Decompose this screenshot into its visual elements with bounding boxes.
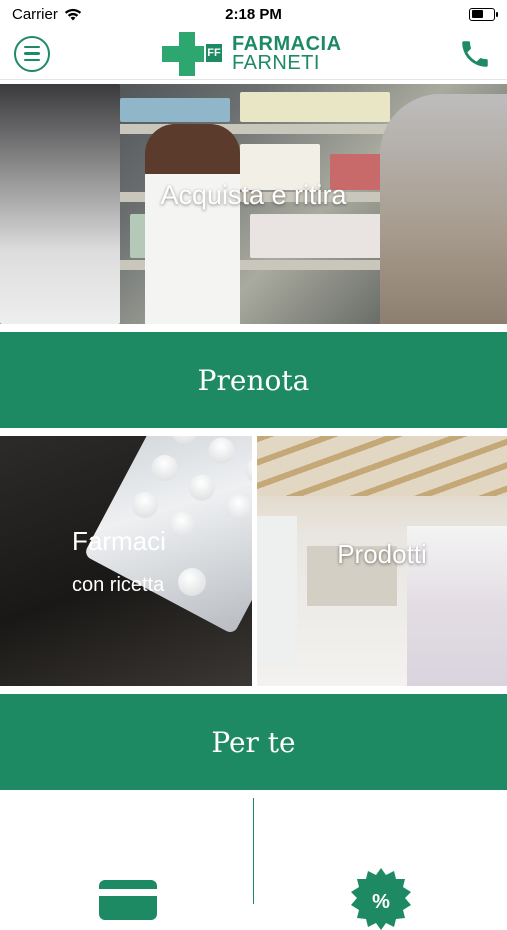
logo-badge: FF	[204, 42, 224, 64]
pill	[203, 436, 240, 469]
logo-text: FARMACIA FARNETI	[232, 34, 342, 74]
menu-line	[24, 58, 40, 62]
pill	[164, 507, 200, 543]
status-left: Carrier	[12, 6, 82, 23]
ceiling-pattern	[257, 436, 507, 496]
discount-percent-text: %	[372, 891, 390, 913]
logo-line2: FARNETI	[232, 52, 320, 74]
pill	[147, 450, 183, 486]
status-bar: Carrier 2:18 PM	[0, 0, 507, 28]
con-ricetta-label: con ricetta	[72, 574, 165, 596]
menu-line	[24, 52, 40, 55]
discount-badge-icon[interactable]: %	[350, 868, 412, 930]
pill	[221, 489, 252, 526]
hero-pharmacist	[145, 124, 240, 324]
phone-glyph	[462, 40, 488, 67]
bottom-tiles: %	[0, 794, 507, 930]
acquista-ritira-tile[interactable]: Acquista e ritira	[0, 84, 507, 324]
hero-product	[240, 92, 390, 122]
prenota-button[interactable]: Prenota	[0, 332, 507, 428]
app-header: FF FARMACIA FARNETI	[0, 28, 507, 80]
vertical-divider	[253, 798, 254, 904]
menu-line	[24, 45, 40, 49]
prenota-label: Prenota	[197, 363, 310, 397]
farmaci-con-ricetta-tile[interactable]: Farmaci con ricetta	[0, 436, 252, 686]
per-te-label: Per te	[211, 725, 296, 759]
farmacia-logo[interactable]: FF FARMACIA FARNETI	[162, 32, 342, 76]
hamburger-menu-icon[interactable]	[14, 35, 50, 72]
battery-level	[471, 10, 484, 18]
pill	[241, 452, 252, 488]
wifi-icon	[64, 8, 82, 20]
cross-logo-icon: FF	[162, 32, 224, 76]
cross-vertical	[179, 32, 195, 76]
prodotti-tile[interactable]: Prodotti	[257, 436, 507, 686]
acquista-ritira-label: Acquista e ritira	[160, 180, 347, 210]
carrier-label: Carrier	[12, 5, 58, 23]
battery-icon	[469, 7, 498, 21]
phone-icon[interactable]	[457, 36, 493, 72]
pill	[166, 436, 203, 449]
pill	[127, 487, 163, 523]
hero-product	[120, 98, 230, 122]
per-te-button[interactable]: Per te	[0, 694, 507, 790]
credit-card-icon[interactable]	[99, 880, 157, 920]
prodotti-label: Prodotti	[337, 539, 427, 569]
pill	[184, 470, 220, 506]
farmaci-label: Farmaci	[72, 526, 166, 556]
loose-pill	[178, 568, 206, 596]
